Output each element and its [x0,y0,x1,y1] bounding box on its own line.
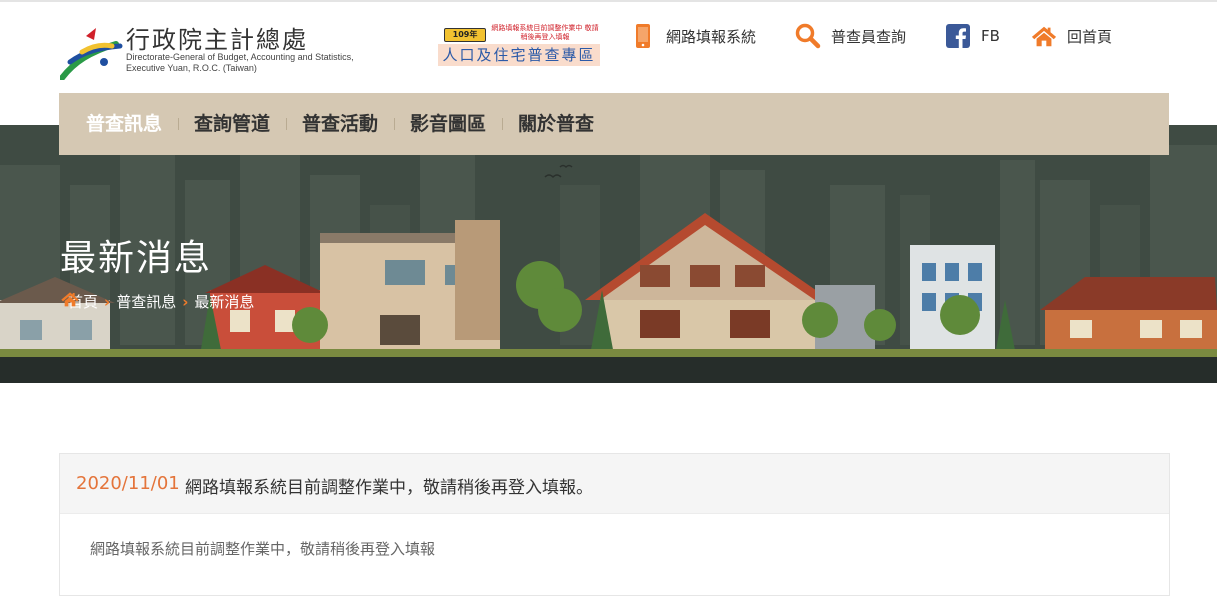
site-logo[interactable]: 行政院主計總處 Directorate-General of Budget, A… [60,18,380,82]
news-item-header[interactable]: 2020/11/01 網路填報系統目前調整作業中，敬請稍後再登入填報。 [60,454,1169,514]
page-title: 最新消息 [60,238,213,279]
news-date: 2020/11/01 [76,473,180,494]
logo-subtitle-line1: Directorate-General of Budget, Accountin… [126,52,354,62]
home-icon [1031,23,1057,49]
census-promo-link[interactable]: 109年 網路填報系統目前調整作業中 敬請稍後再登入填報 人口及住宅普查專區 [438,20,600,68]
facebook-label: FB [981,27,1000,45]
logo-title: 行政院主計總處 [126,26,308,54]
top-divider [0,0,1217,2]
search-icon [795,23,821,49]
nav-about-census[interactable]: 關於普查 [518,93,594,155]
nav-census-events[interactable]: 普查活動 [302,93,378,155]
online-report-link[interactable]: 網路填報系統 [630,22,756,50]
promo-notice: 網路填報系統目前調整作業中 敬請稍後再登入填報 [491,24,599,41]
nav-census-news[interactable]: 普查訊息 [86,93,162,155]
enumerator-search-label: 普查員查詢 [831,27,907,46]
promo-badge: 109年 [444,28,486,42]
chevron-right-icon: › [104,292,111,311]
facebook-link[interactable]: FB [945,22,1000,50]
nav-media-gallery[interactable]: 影音圖區 [410,93,486,155]
chevron-right-icon: › [182,292,189,311]
logo-emblem-icon [60,28,123,80]
news-title[interactable]: 網路填報系統目前調整作業中，敬請稍後再登入填報。 [185,473,593,498]
nav-divider [286,118,287,130]
logo-subtitle: Directorate-General of Budget, Accountin… [126,52,354,74]
main-nav: 普查訊息 查詢管道 普查活動 影音圖區 關於普查 [59,93,1169,155]
nav-divider [178,118,179,130]
online-report-label: 網路填報系統 [666,27,757,46]
home-label: 回首頁 [1067,27,1113,46]
news-item: 2020/11/01 網路填報系統目前調整作業中，敬請稍後再登入填報。 網路填報… [59,453,1170,596]
breadcrumb: 首頁 › 普查訊息 › 最新消息 [60,291,254,312]
promo-label: 人口及住宅普查專區 [438,44,600,66]
breadcrumb-census-news[interactable]: 普查訊息 [116,291,176,312]
nav-divider [502,118,503,130]
nav-query-channels[interactable]: 查詢管道 [194,93,270,155]
mobile-phone-icon [630,23,656,49]
news-body: 網路填報系統目前調整作業中，敬請稍後再登入填報 [90,540,436,558]
home-link[interactable]: 回首頁 [1031,22,1112,50]
enumerator-search-link[interactable]: 普查員查詢 [795,22,906,50]
facebook-icon [945,23,971,49]
breadcrumb-current: 最新消息 [194,293,255,311]
nav-divider [394,118,395,130]
page-banner: 最新消息 首頁 › 普查訊息 › 最新消息 [0,125,1217,383]
logo-subtitle-line2: Executive Yuan, R.O.C. (Taiwan) [126,63,257,73]
